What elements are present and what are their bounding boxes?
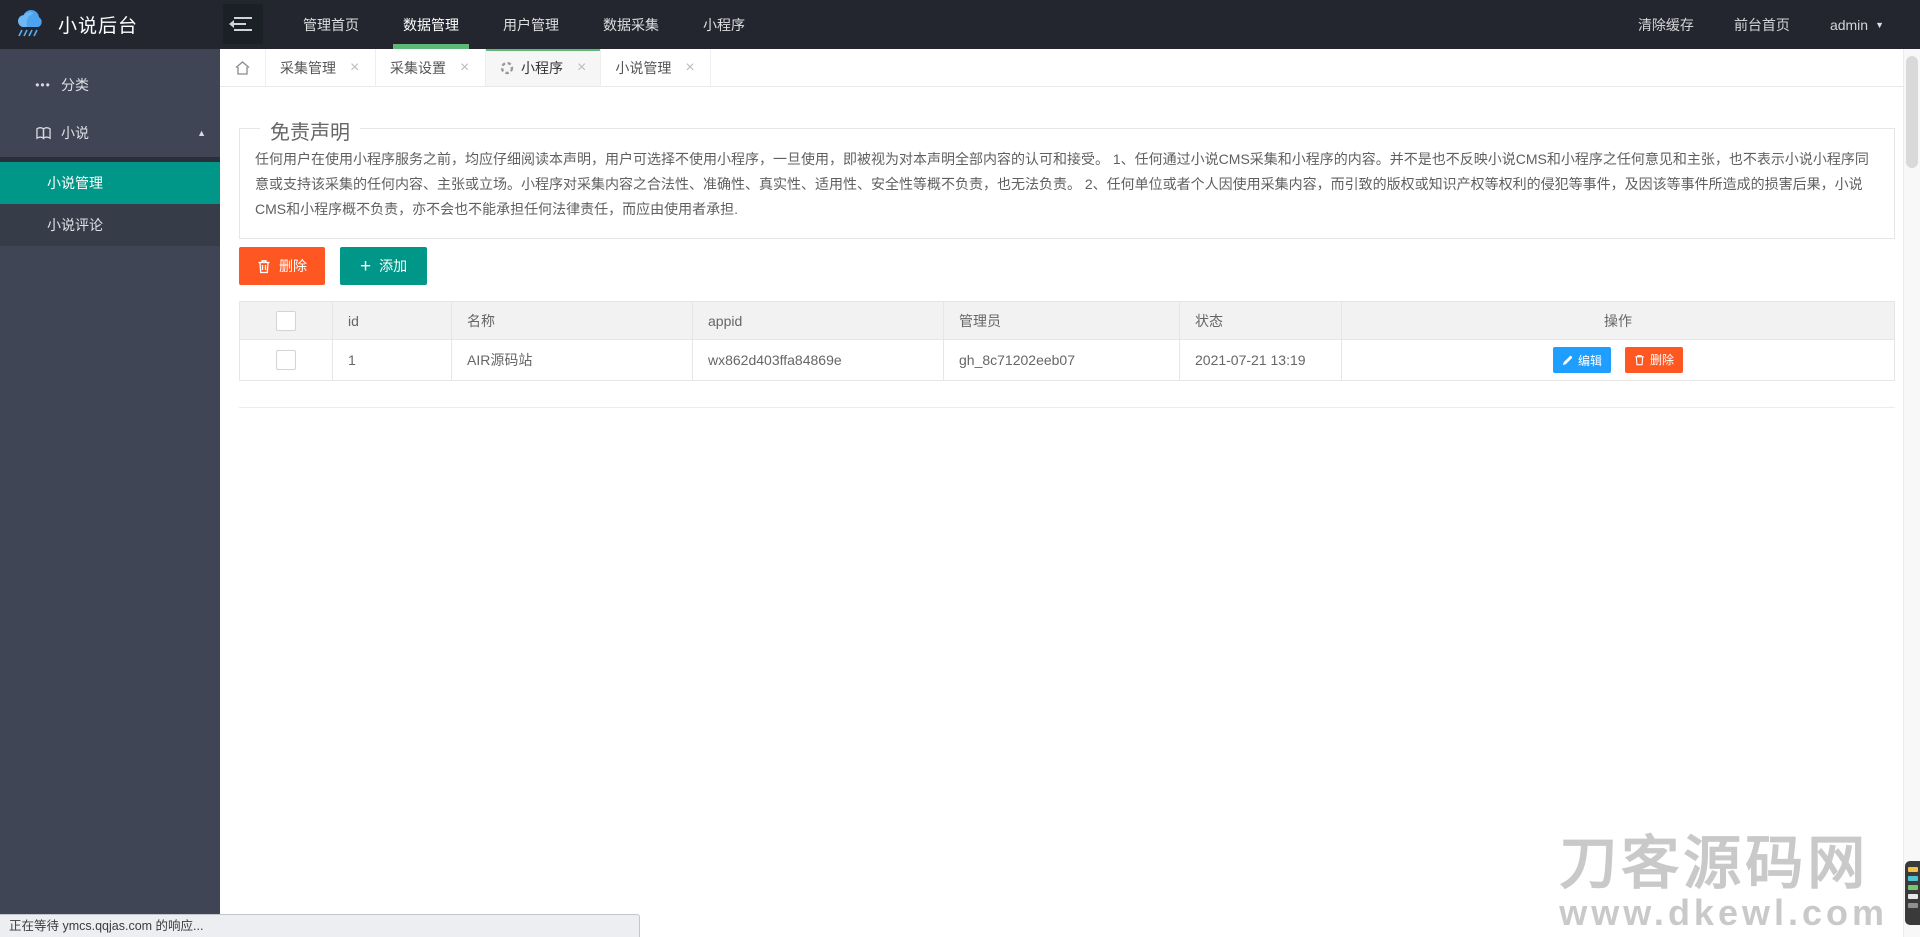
- sidebar: ••• 分类 小说 ▲ 小说管理 小说评论: [0, 49, 220, 937]
- table-row: 1 AIR源码站 wx862d403ffa84869e gh_8c71202ee…: [240, 340, 1895, 381]
- close-icon[interactable]: ×: [577, 60, 586, 76]
- nav-item-admin-home[interactable]: 管理首页: [281, 0, 381, 49]
- sidebar-item-label: 分类: [61, 75, 89, 95]
- top-navbar: 小说后台 管理首页 数据管理 用户管理 数据采集 小程序 清除缓存 前台首页 a…: [0, 0, 1920, 49]
- sidebar-collapse-button[interactable]: [223, 4, 263, 44]
- app-logo: 小说后台: [0, 0, 220, 49]
- delete-button[interactable]: 删除: [239, 247, 325, 285]
- nav-item-data-management[interactable]: 数据管理: [381, 0, 481, 49]
- clear-cache-button[interactable]: 清除缓存: [1618, 0, 1714, 49]
- edit-row-button[interactable]: 编辑: [1553, 347, 1611, 373]
- app-title: 小说后台: [58, 11, 138, 38]
- cell-appid: wx862d403ffa84869e: [693, 340, 944, 381]
- column-header-actions: 操作: [1342, 302, 1895, 340]
- add-button[interactable]: + 添加: [340, 247, 427, 285]
- main-content: 免责声明 任何用户在使用小程序服务之前，均应仔细阅读本声明，用户可选择不使用小程…: [220, 87, 1903, 937]
- pencil-icon: [1562, 355, 1573, 366]
- chevron-down-icon: ▼: [1875, 20, 1884, 30]
- tab-label: 采集设置: [390, 58, 446, 78]
- scrollbar-thumb[interactable]: [1906, 56, 1918, 168]
- frontend-home-link[interactable]: 前台首页: [1714, 0, 1810, 49]
- sidebar-item-novel-comments[interactable]: 小说评论: [0, 204, 220, 246]
- column-header-status: 状态: [1180, 302, 1342, 340]
- browser-status-tooltip: 正在等待 ymcs.qqjas.com 的响应...: [0, 914, 640, 937]
- cell-name: AIR源码站: [452, 340, 693, 381]
- nav-item-user-management[interactable]: 用户管理: [481, 0, 581, 49]
- cell-status: 2021-07-21 13:19: [1180, 340, 1342, 381]
- loading-spinner-icon: [500, 61, 514, 75]
- column-header-appid: appid: [693, 302, 944, 340]
- cell-admin: gh_8c71202eeb07: [944, 340, 1180, 381]
- tab-collection-settings[interactable]: 采集设置 ×: [376, 49, 486, 86]
- chevron-up-icon: ▲: [197, 128, 206, 138]
- tab-mini-program[interactable]: 小程序 ×: [486, 49, 601, 86]
- plus-icon: +: [360, 257, 371, 276]
- tab-home[interactable]: [220, 49, 266, 86]
- tab-novel-management[interactable]: 小说管理 ×: [601, 49, 711, 86]
- home-icon: [234, 60, 251, 76]
- username: admin: [1830, 17, 1868, 33]
- disclaimer-text: 任何用户在使用小程序服务之前，均应仔细阅读本声明，用户可选择不使用小程序，一旦使…: [255, 147, 1879, 222]
- cell-id: 1: [333, 340, 452, 381]
- sidebar-submenu-novel: 小说管理 小说评论: [0, 162, 220, 246]
- content-card: 免责声明 任何用户在使用小程序服务之前，均应仔细阅读本声明，用户可选择不使用小程…: [239, 128, 1895, 408]
- navbar-right-menu: 清除缓存 前台首页 admin ▼: [1618, 0, 1920, 49]
- disclaimer-title: 免责声明: [260, 116, 360, 145]
- tab-collection-management[interactable]: 采集管理 ×: [266, 49, 376, 86]
- close-icon[interactable]: ×: [685, 60, 694, 76]
- book-icon: [32, 126, 54, 141]
- sidebar-item-label: 小说: [61, 123, 89, 143]
- rain-cloud-logo-icon: [14, 10, 48, 40]
- sidebar-item-novel[interactable]: 小说 ▲: [0, 109, 220, 157]
- browser-extension-widget[interactable]: [1905, 861, 1920, 925]
- table-toolbar: 删除 + 添加: [239, 247, 1895, 285]
- nav-item-mini-program[interactable]: 小程序: [681, 0, 767, 49]
- column-header-name: 名称: [452, 302, 693, 340]
- hamburger-icon: [234, 17, 252, 19]
- row-checkbox[interactable]: [276, 350, 296, 370]
- close-icon[interactable]: ×: [350, 60, 359, 76]
- sidebar-item-category[interactable]: ••• 分类: [0, 61, 220, 109]
- user-dropdown[interactable]: admin ▼: [1810, 0, 1904, 49]
- tab-label: 采集管理: [280, 58, 336, 78]
- trash-icon: [257, 259, 271, 274]
- delete-row-button[interactable]: 删除: [1625, 347, 1683, 373]
- close-icon[interactable]: ×: [460, 60, 469, 76]
- column-header-admin: 管理员: [944, 302, 1180, 340]
- disclaimer-fieldset: 免责声明 任何用户在使用小程序服务之前，均应仔细阅读本声明，用户可选择不使用小程…: [239, 128, 1895, 239]
- select-all-checkbox[interactable]: [276, 311, 296, 331]
- main-menu: 管理首页 数据管理 用户管理 数据采集 小程序: [281, 0, 767, 49]
- status-text: 正在等待 ymcs.qqjas.com 的响应...: [9, 919, 203, 933]
- sidebar-item-novel-management[interactable]: 小说管理: [0, 162, 220, 204]
- more-dots-icon: •••: [32, 78, 54, 92]
- column-header-id: id: [333, 302, 452, 340]
- nav-item-data-collection[interactable]: 数据采集: [581, 0, 681, 49]
- table-header-row: id 名称 appid 管理员 状态 操作: [240, 302, 1895, 340]
- vertical-scrollbar[interactable]: [1903, 49, 1920, 937]
- tab-label: 小程序: [521, 58, 563, 78]
- mini-program-table: id 名称 appid 管理员 状态 操作 1 AIR源码站 wx862d403…: [239, 301, 1895, 381]
- tab-strip: 采集管理 × 采集设置 × 小程序 × 小说管理 ×: [220, 49, 1903, 87]
- tab-label: 小说管理: [615, 58, 671, 78]
- trash-icon: [1634, 354, 1645, 366]
